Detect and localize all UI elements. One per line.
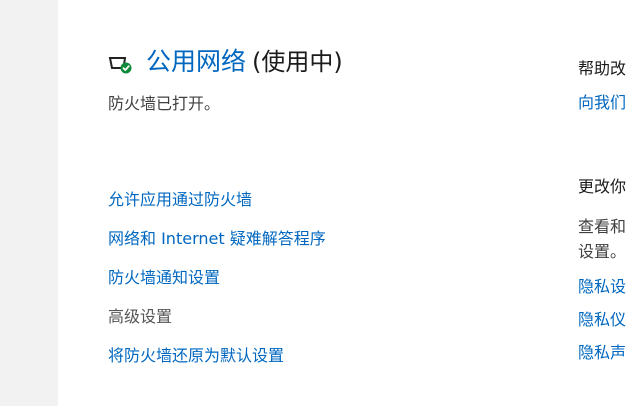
network-status: (使用中) bbox=[252, 48, 343, 76]
network-name: 公用网络 bbox=[146, 47, 247, 76]
advanced-settings-link[interactable]: 高级设置 bbox=[108, 306, 172, 328]
restore-defaults-link[interactable]: 将防火墙还原为默认设置 bbox=[108, 345, 284, 367]
privacy-description-line-2: 设置。 bbox=[578, 242, 627, 261]
help-link[interactable]: 向我们 bbox=[578, 92, 626, 114]
privacy-description-line-1: 查看和 bbox=[578, 217, 627, 236]
right-side-panel: 帮助改 向我们 更改你 查看和 设置。 隐私设 隐私仪 隐私声 bbox=[578, 0, 631, 406]
privacy-dashboard-link[interactable]: 隐私仪 bbox=[578, 309, 626, 331]
allow-app-link[interactable]: 允许应用通过防火墙 bbox=[108, 189, 252, 211]
firewall-settings-page: 公用网络 (使用中) 防火墙已打开。 允许应用通过防火墙 网络和 Internet… bbox=[0, 0, 631, 406]
privacy-heading: 更改你 bbox=[578, 177, 627, 196]
firewall-state-text: 防火墙已打开。 bbox=[108, 94, 221, 113]
troubleshooter-link[interactable]: 网络和 Internet 疑难解答程序 bbox=[108, 228, 326, 250]
network-shield-check-icon bbox=[108, 57, 132, 74]
left-navigation-rail bbox=[0, 0, 58, 406]
privacy-settings-link[interactable]: 隐私设 bbox=[578, 276, 626, 298]
network-title: 公用网络 (使用中) bbox=[146, 45, 343, 82]
notification-settings-link[interactable]: 防火墙通知设置 bbox=[108, 267, 220, 289]
help-heading: 帮助改 bbox=[578, 59, 627, 78]
privacy-statement-link[interactable]: 隐私声 bbox=[578, 342, 626, 364]
